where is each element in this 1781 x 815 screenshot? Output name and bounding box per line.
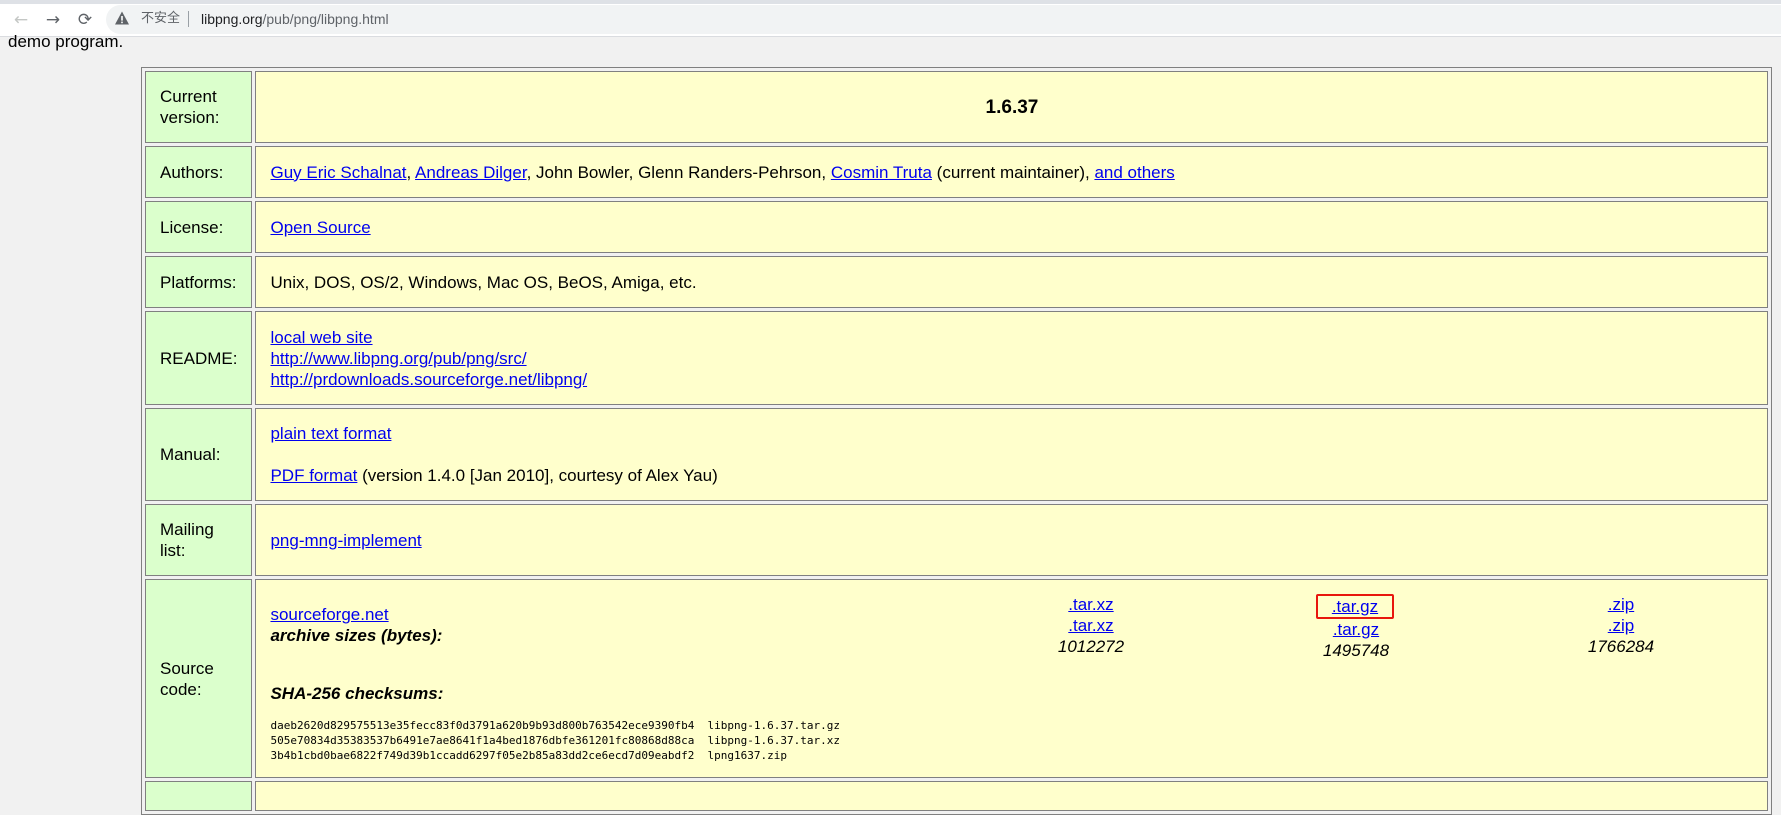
maintainer-note: (current maintainer), — [931, 162, 1095, 182]
manual-value: plain text format PDF format (version 1.… — [255, 408, 1769, 501]
reload-icon[interactable]: ⟳ — [73, 8, 97, 32]
manual-pdf-link[interactable]: PDF format — [270, 466, 357, 485]
label-readme: README: — [145, 311, 253, 405]
readme-libpng-link[interactable]: http://www.libpng.org/pub/png/src/ — [270, 349, 526, 368]
security-status[interactable]: 不安全 — [141, 10, 180, 28]
checksum-line-zip: 3b4b1cbd0bae6822f749d39b1ccadd6297f05e2b… — [270, 749, 788, 762]
tar-gz-link[interactable]: .tar.gz — [1333, 620, 1379, 639]
manual-text-link[interactable]: plain text format — [270, 424, 391, 443]
tar-gz-size: 1495748 — [1322, 641, 1390, 660]
row-version: Current version: 1.6.37 — [145, 71, 1769, 143]
label-manual: Manual: — [145, 408, 253, 501]
authors-value: Guy Eric Schalnat, Andreas Dilger, John … — [255, 146, 1769, 198]
next-row-label — [145, 781, 253, 811]
format-col-zip: .zip .zip 1766284 — [1488, 594, 1753, 661]
manual-pdf-note: (version 1.4.0 [Jan 2010], courtesy of A… — [357, 466, 718, 485]
next-row-value — [255, 781, 1769, 811]
row-next-partial — [145, 781, 1769, 811]
sourceforge-link[interactable]: sourceforge.net — [270, 605, 388, 624]
url-text[interactable]: libpng.org/pub/png/libpng.html — [201, 10, 389, 28]
back-arrow-icon[interactable]: ← — [9, 8, 33, 32]
row-authors: Authors: Guy Eric Schalnat, Andreas Dilg… — [145, 146, 1769, 198]
row-platforms: Platforms: Unix, DOS, OS/2, Windows, Mac… — [145, 256, 1769, 308]
author-link-dilger[interactable]: Andreas Dilger — [415, 163, 527, 182]
browser-toolbar: ← → ⟳ 不安全 libpng.org/pub/png/libpng.html — [0, 0, 1781, 37]
row-manual: Manual: plain text format PDF format (ve… — [145, 408, 1769, 501]
tar-xz-link-top[interactable]: .tar.xz — [1068, 595, 1113, 614]
platforms-value: Unix, DOS, OS/2, Windows, Mac OS, BeOS, … — [255, 256, 1769, 308]
readme-sourceforge-link[interactable]: http://prdownloads.sourceforge.net/libpn… — [270, 370, 587, 389]
checksum-line-tar-xz: 505e70834d35383537b6491e7ae8641f1a4bed18… — [270, 734, 841, 747]
label-platforms: Platforms: — [145, 256, 253, 308]
sha256-label: SHA-256 checksums: — [270, 684, 444, 703]
author-link-truta[interactable]: Cosmin Truta — [831, 163, 932, 182]
tar-xz-link[interactable]: .tar.xz — [1068, 616, 1113, 635]
author-link-schalnat[interactable]: Guy Eric Schalnat — [270, 163, 406, 182]
authors-plain: , John Bowler, Glenn Randers-Pehrson, — [526, 162, 831, 182]
format-col-tar-xz: .tar.xz .tar.xz 1012272 — [958, 594, 1223, 661]
mailing-value: png-mng-implement — [255, 504, 1769, 576]
zip-size: 1766284 — [1587, 637, 1655, 656]
version-value: 1.6.37 — [255, 71, 1769, 143]
readme-value: local web site http://www.libpng.org/pub… — [255, 311, 1769, 405]
tar-gz-link-top[interactable]: .tar.gz — [1332, 597, 1378, 616]
address-separator — [188, 11, 189, 27]
tab-strip-edge — [0, 0, 1781, 4]
label-source-code: Source code: — [145, 579, 253, 778]
url-host: libpng.org — [201, 11, 263, 27]
open-source-link[interactable]: Open Source — [270, 218, 370, 237]
row-mailing-list: Mailing list: png-mng-implement — [145, 504, 1769, 576]
label-mailing-list: Mailing list: — [145, 504, 253, 576]
zip-link[interactable]: .zip — [1608, 616, 1634, 635]
readme-local-link[interactable]: local web site — [270, 328, 372, 347]
format-col-tar-gz: .tar.gz .tar.gz 1495748 — [1223, 594, 1488, 661]
license-value: Open Source — [255, 201, 1769, 253]
intro-text-tail: demo program. — [8, 32, 124, 51]
source-value: sourceforge.net archive sizes (bytes): .… — [255, 579, 1769, 778]
and-others-link[interactable]: and others — [1094, 163, 1174, 182]
label-license: License: — [145, 201, 253, 253]
libpng-info-table: Current version: 1.6.37 Authors: Guy Eri… — [141, 67, 1773, 815]
archive-sizes-label: archive sizes (bytes): — [270, 626, 443, 645]
warning-icon[interactable] — [114, 10, 130, 26]
row-license: License: Open Source — [145, 201, 1769, 253]
label-current-version: Current version: — [145, 71, 253, 143]
url-path: /pub/png/libpng.html — [262, 11, 389, 27]
forward-arrow-icon[interactable]: → — [41, 8, 65, 32]
tar-xz-size: 1012272 — [1057, 637, 1125, 656]
mailing-list-link[interactable]: png-mng-implement — [270, 531, 421, 550]
row-source-code: Source code: sourceforge.net archive siz… — [145, 579, 1769, 778]
authors-comma: , — [406, 162, 416, 182]
zip-link-top[interactable]: .zip — [1608, 595, 1634, 614]
row-readme: README: local web site http://www.libpng… — [145, 311, 1769, 405]
checksum-line-tar-gz: daeb2620d829575513e35fecc83f0d3791a620b9… — [270, 719, 841, 732]
source-left: sourceforge.net archive sizes (bytes): — [270, 594, 958, 661]
label-authors: Authors: — [145, 146, 253, 198]
source-downloads: sourceforge.net archive sizes (bytes): .… — [270, 594, 1753, 661]
highlight-box: .tar.gz — [1315, 594, 1395, 619]
